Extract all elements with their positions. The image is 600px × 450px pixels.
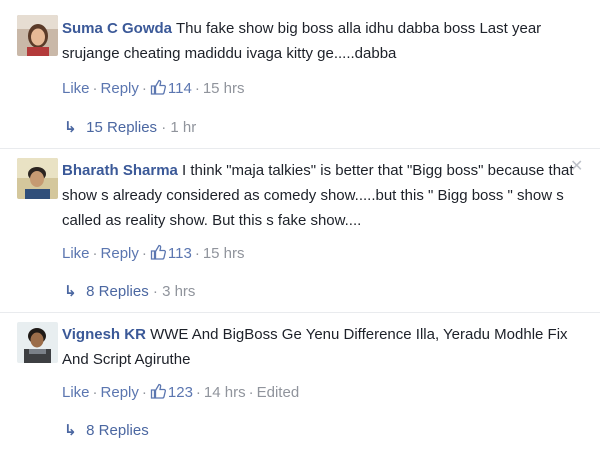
comment-actions: Like · Reply · 123 · 14 hrs · Edited [62,383,300,403]
thumbs-up-icon[interactable] [150,383,166,403]
reply-arrow-icon: ↳ [64,119,77,136]
comment-text-block: Suma C Gowda Thu fake show big boss alla… [62,16,582,66]
comment-actions: Like · Reply · 114 · 15 hrs [62,79,245,99]
replies-time: 3 hrs [162,283,196,300]
view-replies[interactable]: ↳ 8 Replies · 3 hrs [64,282,195,300]
edited-label[interactable]: Edited [257,384,300,401]
view-replies[interactable]: ↳ 8 Replies [64,421,149,439]
reply-arrow-icon: ↳ [64,422,77,439]
avatar-vignesh-kr[interactable] [17,322,58,363]
avatar-suma-c-gowda[interactable] [17,15,58,56]
like-count[interactable]: 114 [168,80,192,97]
comment-author[interactable]: Suma C Gowda [62,20,172,37]
like-link[interactable]: Like [62,384,90,401]
like-link[interactable]: Like [62,245,90,262]
replies-count[interactable]: 8 Replies [86,283,149,300]
comment-time[interactable]: 14 hrs [204,384,246,401]
comment-text-block: Bharath Sharma I think "maja talkies" is… [62,158,582,233]
like-count[interactable]: 113 [168,245,192,262]
divider [0,148,600,149]
thumbs-up-icon[interactable] [150,79,166,99]
comment-actions: Like · Reply · 113 · 15 hrs [62,244,245,264]
comment-time[interactable]: 15 hrs [203,80,245,97]
view-replies[interactable]: ↳ 15 Replies · 1 hr [64,118,196,136]
replies-time: 1 hr [170,119,197,136]
thumbs-up-icon[interactable] [150,244,166,264]
reply-arrow-icon: ↳ [64,283,77,300]
reply-link[interactable]: Reply [101,245,139,262]
comment-author[interactable]: Bharath Sharma [62,162,178,179]
comment-text-block: Vignesh KR WWE And BigBoss Ge Yenu Diffe… [62,322,582,372]
divider [0,312,600,313]
reply-link[interactable]: Reply [101,384,139,401]
like-count[interactable]: 123 [168,384,193,401]
comment-author[interactable]: Vignesh KR [62,326,146,343]
replies-count[interactable]: 15 Replies [86,119,157,136]
replies-count[interactable]: 8 Replies [86,422,149,439]
like-link[interactable]: Like [62,80,90,97]
avatar-bharath-sharma[interactable] [17,158,58,199]
reply-link[interactable]: Reply [101,80,139,97]
comment-time[interactable]: 15 hrs [203,245,245,262]
